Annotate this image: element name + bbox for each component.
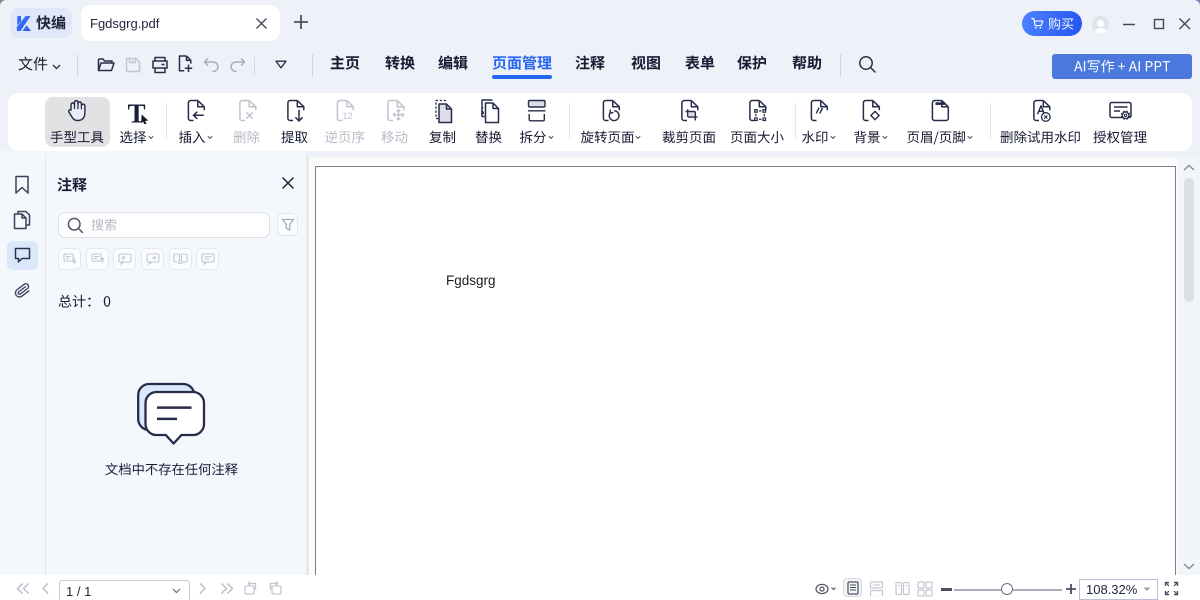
svg-text:12: 12 [343,111,353,121]
